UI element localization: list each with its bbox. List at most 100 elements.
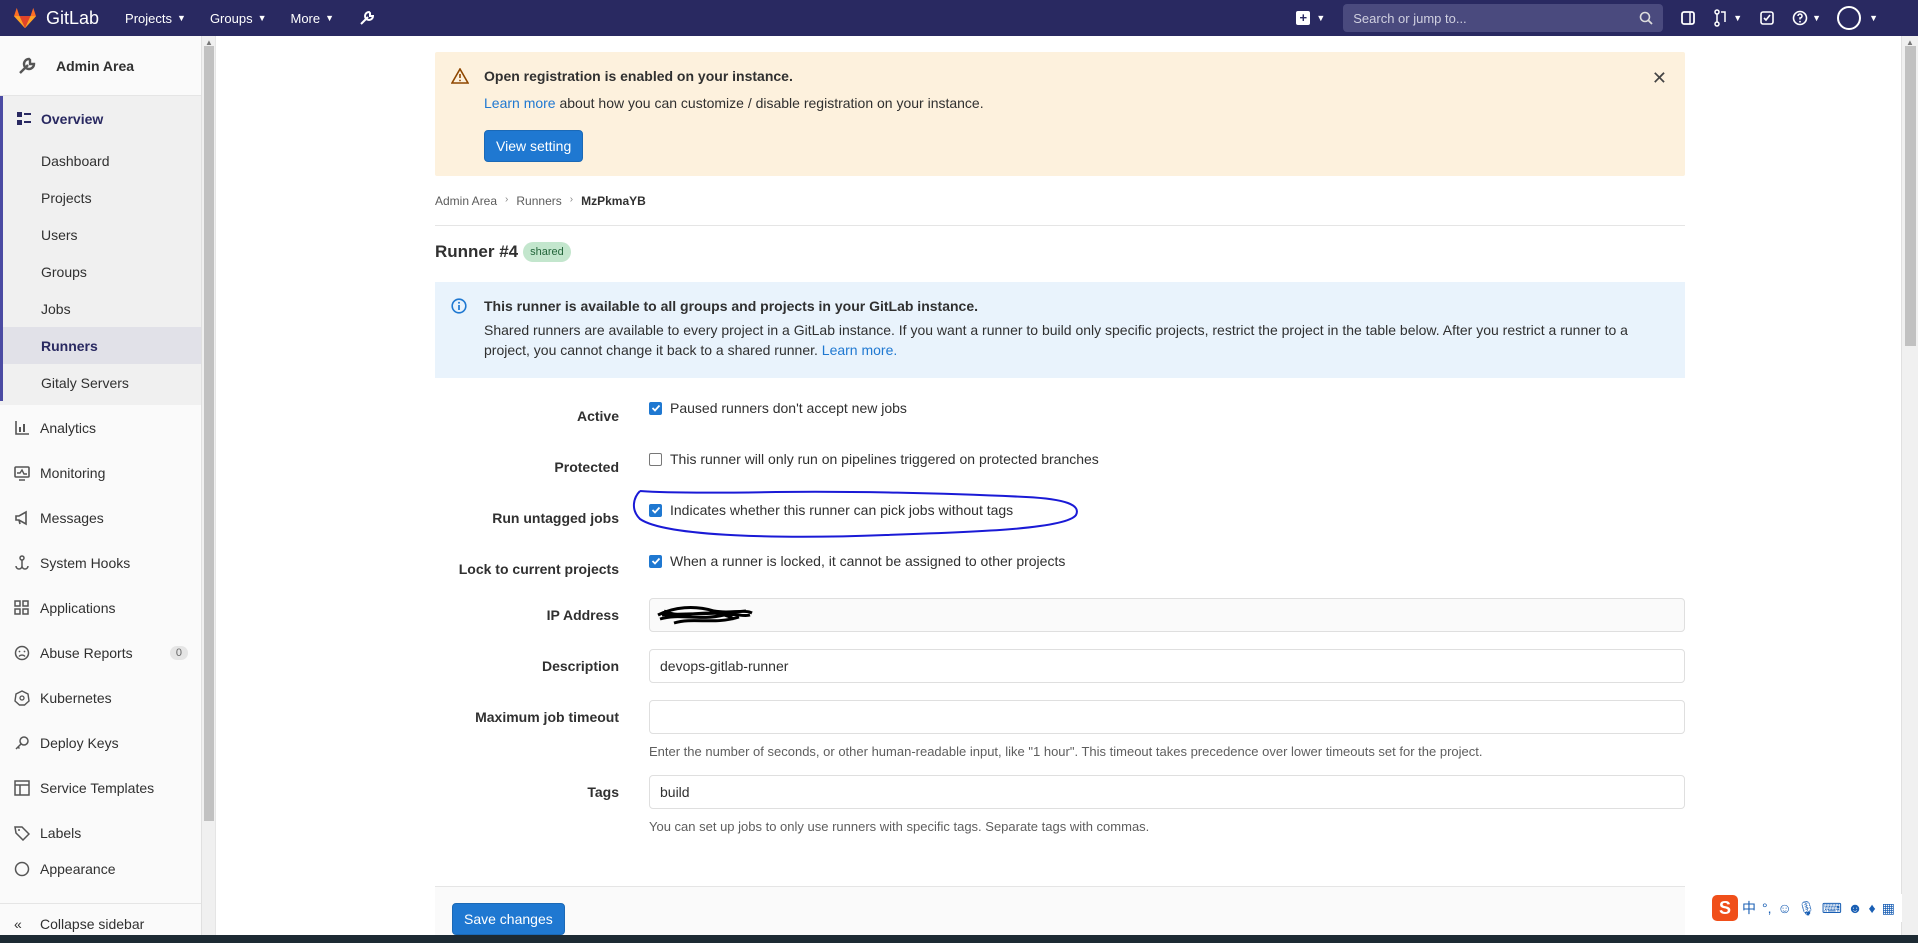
search-input[interactable] [1353, 10, 1640, 26]
sidebar-item-label: Monitoring [40, 464, 106, 481]
breadcrumb-runners[interactable]: Runners [516, 194, 561, 208]
description-value: devops-gitlab-runner [660, 658, 789, 674]
sidebar-item-system-hooks[interactable]: System Hooks [0, 540, 202, 585]
close-icon[interactable]: ✕ [1652, 68, 1667, 89]
page-scrollbar-thumb[interactable] [1905, 46, 1916, 346]
active-checkbox[interactable]: Paused runners don't accept new jobs [649, 400, 907, 416]
sidebar-header[interactable]: Admin Area [0, 36, 202, 96]
skin-icon[interactable]: ♦ [1869, 900, 1876, 916]
sidebar-item-monitoring[interactable]: Monitoring [0, 450, 202, 495]
sidebar-item-gitaly-servers[interactable]: Gitaly Servers [0, 364, 202, 401]
admin-wrench-icon[interactable] [358, 9, 376, 27]
sidebar-item-groups[interactable]: Groups [0, 253, 202, 290]
protected-checkbox-text: This runner will only run on pipelines t… [670, 451, 1099, 467]
breadcrumb-admin-area[interactable]: Admin Area [435, 194, 497, 208]
appearance-icon [14, 861, 30, 877]
punctuation-toggle[interactable]: °, [1762, 900, 1772, 916]
breadcrumb-current[interactable]: MzPkmaYB [581, 194, 646, 208]
overview-icon [17, 112, 31, 125]
chevron-down-icon: ▼ [177, 13, 186, 23]
status-badge: shared [523, 242, 571, 262]
page-scrollbar[interactable]: ▲ [1901, 36, 1918, 943]
search-box[interactable] [1343, 4, 1664, 32]
sidebar-item-runners[interactable]: Runners [0, 327, 202, 364]
checkbox-checked-icon[interactable] [649, 554, 662, 568]
checkbox-checked-icon[interactable] [649, 401, 662, 415]
info-body-text: Shared runners are available to every pr… [484, 322, 1628, 358]
sidebar-scrollbar[interactable]: ▲ [201, 36, 215, 943]
chart-icon [15, 420, 29, 435]
sidebar-item-users[interactable]: Users [0, 216, 202, 253]
chevron-right-icon: › [505, 194, 509, 205]
kubernetes-icon [14, 689, 30, 706]
sidebar-item-abuse-reports[interactable]: Abuse Reports 0 [0, 630, 202, 675]
sidebar-item-label: Abuse Reports [40, 644, 133, 661]
double-chevron-left-icon: « [14, 915, 22, 932]
collapse-sidebar-label: Collapse sidebar [40, 915, 145, 932]
nav-projects-dropdown[interactable]: Projects ▼ [125, 9, 186, 27]
tags-label: Tags [587, 784, 619, 800]
ip-address-field[interactable] [649, 598, 1685, 632]
chevron-down-icon: ▼ [325, 13, 335, 23]
sidebar-overview-section: Overview Dashboard Projects Users Groups… [0, 96, 202, 405]
brand-name: GitLab [46, 7, 100, 28]
sidebar-scrollbar-thumb[interactable] [204, 46, 214, 821]
template-icon [14, 779, 30, 796]
sidebar-item-analytics[interactable]: Analytics [0, 405, 202, 450]
emoji-icon[interactable]: ☺ [1778, 900, 1792, 916]
microphone-icon[interactable]: 🎙 [1798, 900, 1816, 917]
help-dropdown[interactable]: ▼ [1792, 10, 1821, 26]
nav-groups-dropdown[interactable]: Groups ▼ [210, 9, 267, 27]
maximum-job-timeout-input[interactable] [649, 700, 1685, 734]
todos-icon[interactable] [1758, 9, 1776, 27]
grid-icon [14, 599, 29, 615]
admin-sidebar: Admin Area Overview Dashboard Projects U… [0, 36, 216, 943]
keyboard-icon[interactable]: ⌨ [1822, 900, 1842, 917]
sidebar-item-deploy-keys[interactable]: Deploy Keys [0, 720, 202, 765]
active-label: Active [576, 408, 619, 424]
top-navbar: GitLab Projects▼ Groups▼ More▼ +▼ ▼ ▼ ▼ [0, 0, 1918, 36]
chevron-down-icon: ▼ [1733, 13, 1743, 23]
new-item-dropdown[interactable]: + ▼ [1296, 11, 1325, 25]
sogou-logo-icon[interactable]: S [1712, 895, 1738, 921]
sidebar-item-label: Appearance [40, 861, 116, 877]
user-menu-dropdown[interactable]: ▼ [1837, 6, 1878, 30]
run-untagged-checkbox[interactable]: Indicates whether this runner can pick j… [649, 502, 1013, 518]
lock-checkbox[interactable]: When a runner is locked, it cannot be as… [649, 553, 1065, 569]
sidebar-item-messages[interactable]: Messages [0, 495, 202, 540]
gitlab-logo-icon [14, 7, 36, 29]
view-setting-button[interactable]: View setting [484, 130, 584, 162]
issues-icon[interactable] [1679, 9, 1697, 27]
sidebar-item-appearance[interactable]: Appearance [0, 855, 202, 883]
save-changes-button[interactable]: Save changes [452, 903, 565, 935]
hook-icon [15, 554, 29, 570]
sidebar-item-labels[interactable]: Labels [0, 810, 202, 855]
nav-more-dropdown[interactable]: More ▼ [291, 9, 335, 27]
checkbox-checked-icon[interactable] [649, 503, 662, 517]
tags-input[interactable]: build [649, 775, 1685, 809]
sidebar-item-applications[interactable]: Applications [0, 585, 202, 630]
label-icon [14, 825, 30, 841]
sidebar-item-overview[interactable]: Overview [0, 96, 202, 142]
sidebar-item-projects[interactable]: Projects [0, 179, 202, 216]
info-learn-more-link[interactable]: Learn more. [822, 342, 897, 358]
chinese-mode-toggle[interactable]: 中 [1742, 898, 1756, 918]
menu-grid-icon[interactable]: ▦ [1882, 900, 1895, 917]
description-input[interactable]: devops-gitlab-runner [649, 649, 1685, 683]
sidebar-item-dashboard[interactable]: Dashboard [0, 142, 202, 179]
protected-checkbox[interactable]: This runner will only run on pipelines t… [649, 451, 1099, 467]
active-checkbox-text: Paused runners don't accept new jobs [670, 400, 907, 416]
breadcrumb: Admin Area › Runners › MzPkmaYB [435, 194, 1685, 226]
sidebar-item-jobs[interactable]: Jobs [0, 290, 202, 327]
wrench-icon [19, 57, 36, 74]
sidebar-item-kubernetes[interactable]: Kubernetes [0, 675, 202, 720]
user-icon[interactable]: ☻ [1848, 900, 1863, 916]
merge-requests-dropdown[interactable]: ▼ [1713, 9, 1742, 27]
learn-more-link[interactable]: Learn more [484, 95, 556, 111]
sidebar-item-label: Labels [40, 824, 82, 841]
gitlab-home-link[interactable]: GitLab [0, 0, 99, 36]
lock-label: Lock to current projects [458, 561, 619, 577]
checkbox-unchecked-icon[interactable] [649, 452, 662, 466]
sidebar-item-service-templates[interactable]: Service Templates [0, 765, 202, 810]
sidebar-item-label: Overview [41, 111, 104, 127]
